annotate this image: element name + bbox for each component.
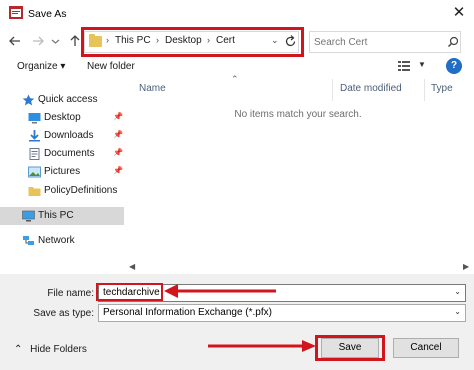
- download-icon: [29, 130, 40, 142]
- sidebar-item-label: Network: [38, 235, 75, 246]
- up-arrow-icon[interactable]: [68, 34, 82, 48]
- navigation-bar: › This PC › Desktop › Cert ⌄: [0, 27, 474, 57]
- chevron-up-icon: ⌃: [14, 344, 23, 355]
- pictures-icon: [28, 166, 41, 178]
- sidebar-item-network[interactable]: Network: [0, 232, 124, 250]
- star-icon: [22, 94, 35, 106]
- annotation-arrow-icon: [164, 284, 276, 298]
- file-name-highlight: [96, 283, 163, 301]
- file-list: ⌃ Name Date modified Type No items match…: [132, 74, 474, 272]
- address-bar-highlight: [81, 27, 304, 57]
- search-input[interactable]: [314, 35, 439, 49]
- save-as-type-label: Save as type:: [33, 308, 94, 319]
- scroll-left-icon[interactable]: ◀: [129, 262, 135, 271]
- sidebar-item-this-pc[interactable]: This PC: [0, 207, 124, 225]
- empty-list-message: No items match your search.: [234, 109, 362, 120]
- app-icon: [9, 6, 23, 19]
- organize-button[interactable]: Organize ▾: [17, 61, 65, 72]
- back-arrow-icon[interactable]: [8, 34, 22, 48]
- new-folder-button[interactable]: New folder: [87, 61, 135, 72]
- sidebar-item-quick-access[interactable]: Quick access: [0, 91, 124, 109]
- sort-caret-icon: ⌃: [231, 74, 239, 84]
- sidebar-item-label: This PC: [38, 210, 74, 221]
- sidebar-item-label: Pictures: [44, 166, 81, 177]
- sidebar-item-label: Documents: [44, 148, 95, 159]
- search-icon[interactable]: [446, 35, 460, 49]
- network-icon: [23, 236, 34, 245]
- search-box[interactable]: [309, 31, 461, 53]
- pin-icon: 📌: [113, 130, 123, 139]
- column-header-name[interactable]: Name: [139, 83, 166, 94]
- annotation-arrow-icon: [208, 340, 316, 352]
- chevron-down-icon[interactable]: ⌄: [454, 287, 461, 296]
- navigation-pane: Quick access Desktop 📌 Downloads 📌 Docum…: [0, 79, 124, 272]
- hide-folders-toggle[interactable]: ⌃ Hide Folders: [14, 344, 87, 355]
- pin-icon: 📌: [113, 166, 123, 175]
- sidebar-item-documents[interactable]: Documents 📌: [0, 145, 124, 163]
- pin-icon: 📌: [113, 112, 123, 121]
- pin-icon: 📌: [113, 148, 123, 157]
- navigation-pane-scrollbar[interactable]: [124, 79, 132, 272]
- desktop-icon: [28, 113, 41, 124]
- sidebar-item-label: Downloads: [44, 130, 94, 141]
- column-divider[interactable]: [332, 79, 333, 101]
- scroll-right-icon[interactable]: ▶: [463, 262, 469, 271]
- sidebar-item-label: Quick access: [38, 94, 98, 105]
- hide-folders-label: Hide Folders: [30, 344, 87, 355]
- cancel-button[interactable]: Cancel: [393, 338, 459, 358]
- sidebar-item-label: PolicyDefinitions: [44, 185, 118, 196]
- save-as-type-select[interactable]: Personal Information Exchange (*.pfx) ⌄: [98, 304, 466, 322]
- view-options-icon[interactable]: [398, 60, 410, 72]
- column-header-type[interactable]: Type: [431, 83, 453, 94]
- sidebar-item-pictures[interactable]: Pictures 📌: [0, 163, 124, 181]
- sidebar-item-downloads[interactable]: Downloads 📌: [0, 127, 124, 145]
- sidebar-item-label: Desktop: [44, 112, 81, 123]
- window-title: Save As: [28, 8, 67, 20]
- forward-arrow-icon[interactable]: [31, 34, 45, 48]
- documents-icon: [29, 148, 40, 160]
- save-button-highlight: [315, 335, 385, 361]
- help-icon[interactable]: ?: [446, 58, 462, 74]
- title-bar: Save As ✕: [0, 0, 474, 28]
- computer-icon: [22, 210, 35, 222]
- column-divider[interactable]: [424, 79, 425, 101]
- sidebar-item-policydefinitions[interactable]: PolicyDefinitions: [0, 182, 124, 200]
- close-icon[interactable]: ✕: [449, 4, 469, 24]
- horizontal-scrollbar[interactable]: ◀ ▶: [124, 262, 474, 274]
- file-name-label: File name:: [47, 288, 94, 299]
- sidebar-item-desktop[interactable]: Desktop 📌: [0, 109, 124, 127]
- chevron-down-icon[interactable]: ⌄: [454, 307, 461, 316]
- chevron-down-icon[interactable]: [51, 34, 60, 48]
- view-dropdown-icon[interactable]: ▼: [418, 60, 426, 69]
- folder-icon: [28, 187, 41, 196]
- save-as-type-value: Personal Information Exchange (*.pfx): [103, 307, 272, 318]
- column-header-date-modified[interactable]: Date modified: [340, 83, 402, 94]
